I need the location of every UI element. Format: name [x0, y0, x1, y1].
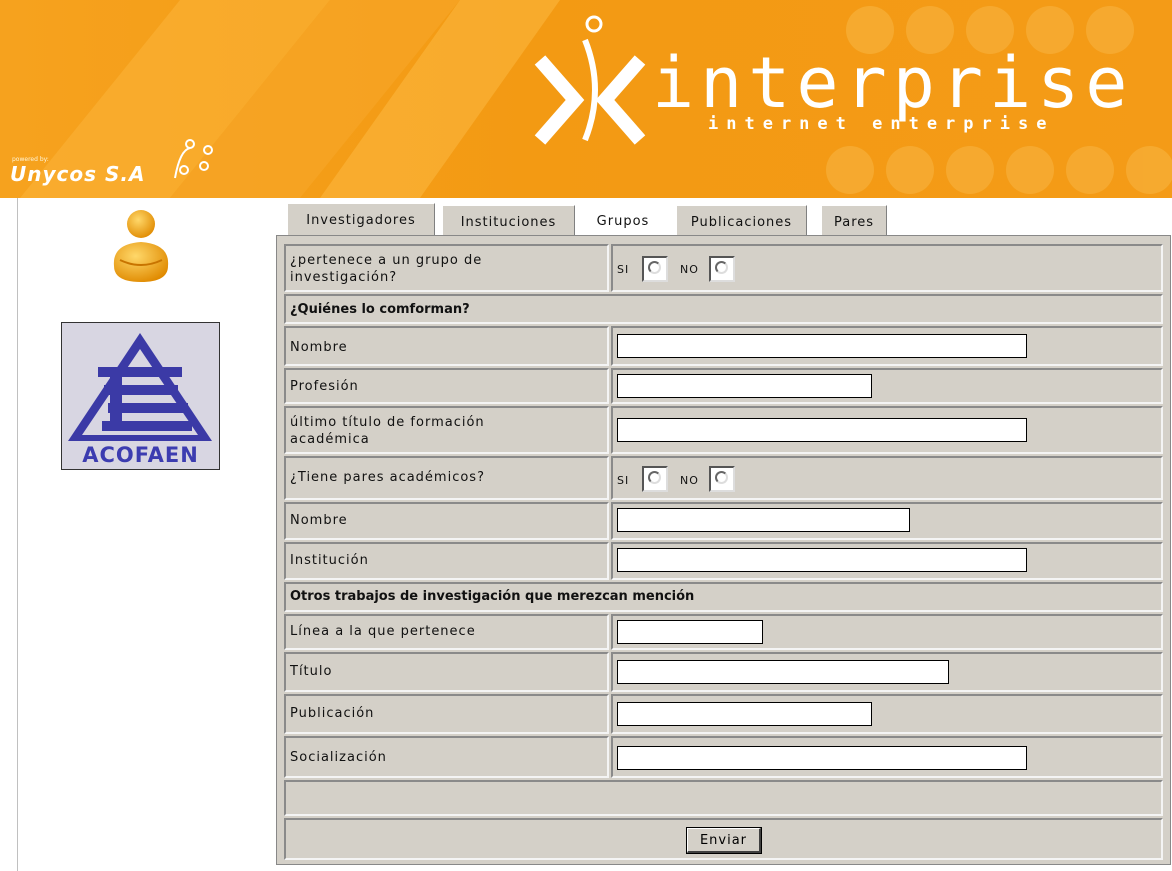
partner-logo-name: ACOFAEN — [82, 443, 199, 467]
has-peers-label-cell: ¿Tiene pares académicos? — [284, 456, 609, 500]
title-label: Título — [290, 664, 333, 679]
belongs-group-label-cell: ¿pertenece a un grupo de investigación? — [284, 244, 609, 292]
socialization-input-cell — [611, 736, 1163, 778]
section-members-title: ¿Quiénes lo comforman? — [290, 302, 470, 317]
title-input-cell — [611, 652, 1163, 692]
last-degree-label-cell: último título de formación académica — [284, 406, 609, 454]
belongs-group-radio-cell: SI NO — [611, 244, 1163, 292]
name1-label-cell: Nombre — [284, 326, 609, 366]
line-label-cell: Línea a la que pertenece — [284, 614, 609, 650]
publication-input-cell — [611, 694, 1163, 734]
line-input[interactable] — [617, 620, 763, 644]
title-label-cell: Título — [284, 652, 609, 692]
user-icon — [113, 210, 169, 282]
publication-label-cell: Publicación — [284, 694, 609, 734]
last-degree-input[interactable] — [617, 418, 1027, 442]
belongs-group-no-label: NO — [680, 263, 699, 276]
name2-input[interactable] — [617, 508, 910, 532]
has-peers-si-label: SI — [617, 474, 630, 487]
brand-tagline: internet enterprise — [708, 114, 1055, 134]
title-input[interactable] — [617, 660, 949, 684]
name1-input[interactable] — [617, 334, 1027, 358]
last-degree-input-cell — [611, 406, 1163, 454]
header-banner: interprise internet enterprise powered b… — [0, 0, 1172, 198]
name1-input-cell — [611, 326, 1163, 366]
tab-publicaciones[interactable]: Publicaciones — [676, 205, 807, 235]
section-members-header: ¿Quiénes lo comforman? — [284, 294, 1163, 324]
name2-label-cell: Nombre — [284, 502, 609, 540]
profession-label-cell: Profesión — [284, 368, 609, 404]
name2-input-cell — [611, 502, 1163, 540]
institution-input[interactable] — [617, 548, 1027, 572]
publication-input[interactable] — [617, 702, 872, 726]
belongs-group-label: ¿pertenece a un grupo de investigación? — [290, 253, 483, 285]
name1-label: Nombre — [290, 340, 348, 355]
name2-label: Nombre — [290, 513, 348, 528]
tab-investigadores[interactable]: Investigadores — [287, 203, 435, 235]
last-degree-label: último título de formación académica — [290, 415, 485, 447]
section-other-title: Otros trabajos de investigación que mere… — [290, 589, 695, 604]
belongs-group-no-radio[interactable] — [709, 256, 735, 282]
line-input-cell — [611, 614, 1163, 650]
belongs-group-si-radio[interactable] — [642, 256, 668, 282]
profession-input[interactable] — [617, 374, 872, 398]
has-peers-no-label: NO — [680, 474, 699, 487]
send-button[interactable]: Enviar — [686, 827, 762, 854]
institution-input-cell — [611, 542, 1163, 580]
company-logo-text: Unycos S.A — [10, 162, 146, 186]
has-peers-label: ¿Tiene pares académicos? — [290, 470, 485, 485]
empty-row — [284, 780, 1163, 816]
has-peers-no-radio[interactable] — [709, 466, 735, 492]
tab-pares[interactable]: Pares — [821, 205, 887, 235]
profession-input-cell — [611, 368, 1163, 404]
tab-instituciones[interactable]: Instituciones — [442, 205, 575, 235]
socialization-label-cell: Socialización — [284, 736, 609, 778]
has-peers-radio-cell: SI NO — [611, 456, 1163, 500]
publication-label: Publicación — [290, 706, 375, 721]
sidebar-divider — [17, 198, 18, 871]
has-peers-si-radio[interactable] — [642, 466, 668, 492]
institution-label-cell: Institución — [284, 542, 609, 580]
socialization-label: Socialización — [290, 750, 387, 765]
institution-label: Institución — [290, 553, 369, 568]
socialization-input[interactable] — [617, 746, 1027, 770]
partner-logo-mark — [68, 333, 212, 441]
partner-logo: ACOFAEN — [61, 322, 220, 470]
brand-name: interprise — [652, 42, 1134, 124]
section-other-header: Otros trabajos de investigación que mere… — [284, 582, 1163, 612]
tab-grupos[interactable]: Grupos — [583, 205, 663, 235]
profession-label: Profesión — [290, 379, 359, 394]
line-label: Línea a la que pertenece — [290, 624, 476, 639]
belongs-group-si-label: SI — [617, 263, 630, 276]
